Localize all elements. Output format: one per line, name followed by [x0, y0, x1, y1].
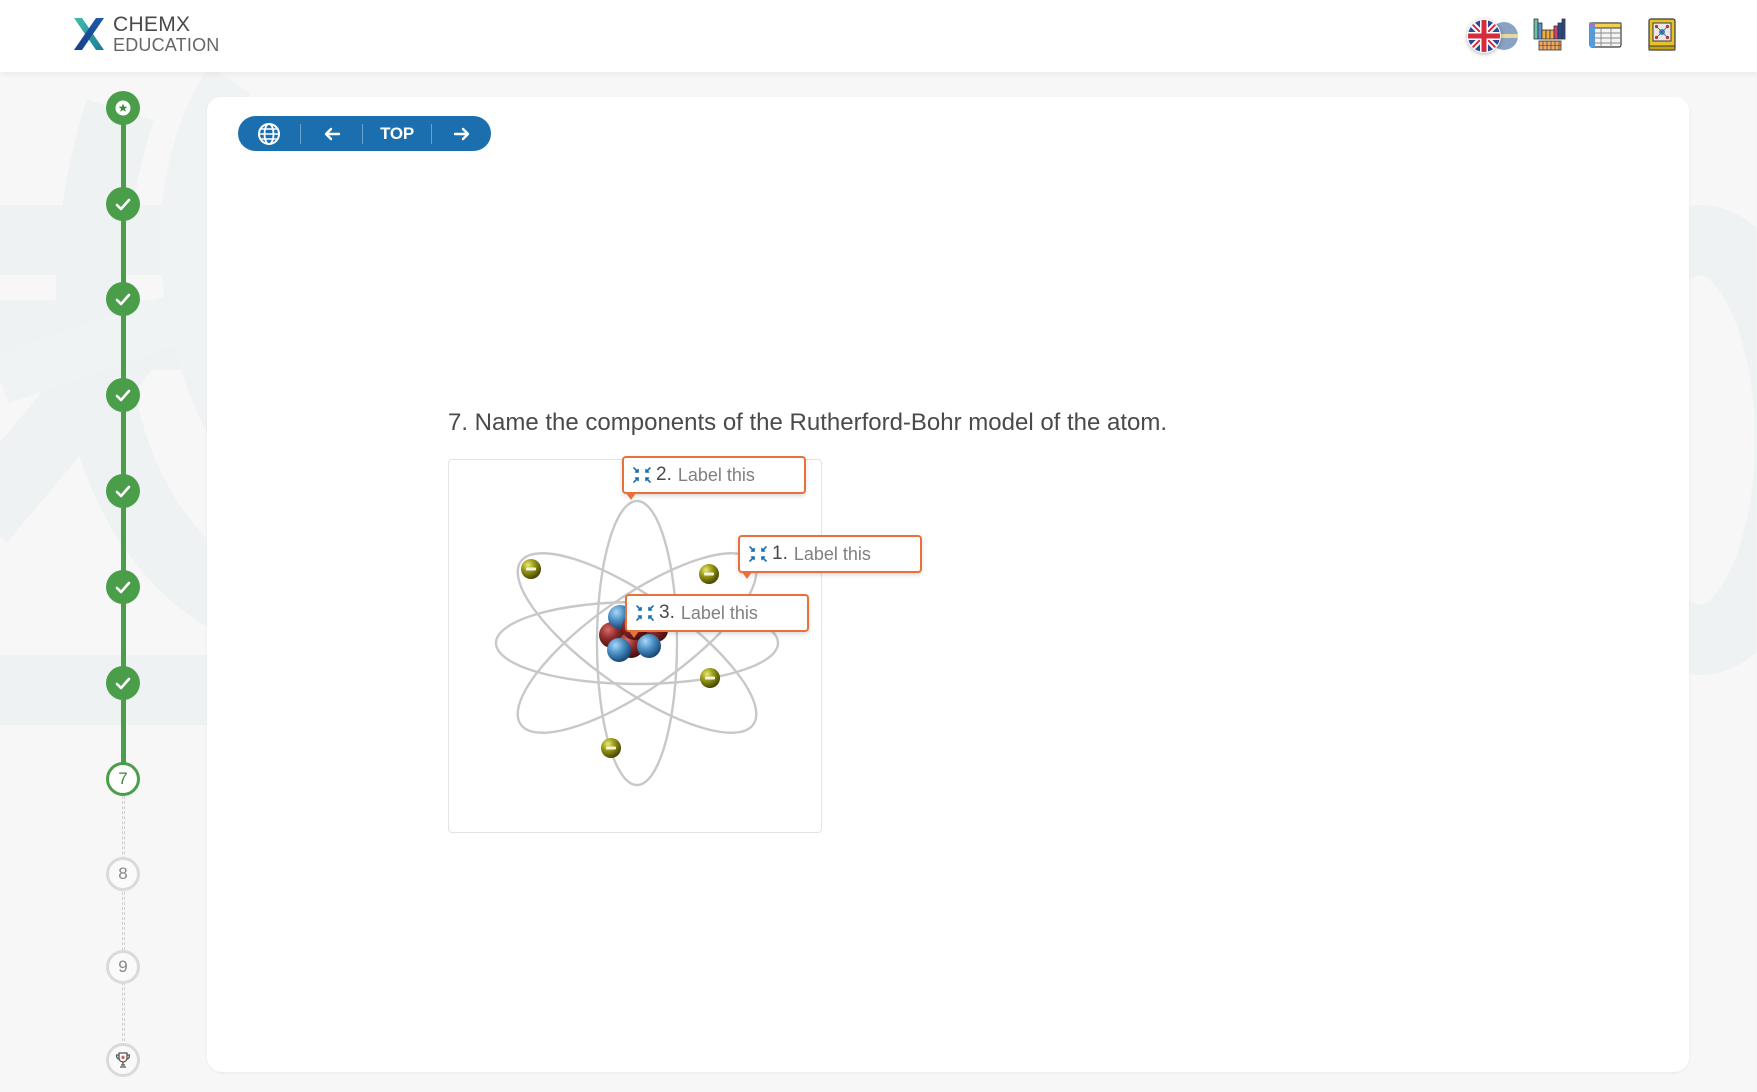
periodic-table-icon	[1533, 18, 1566, 51]
trophy-icon	[114, 1051, 132, 1069]
question-nav-bar: TOP	[238, 116, 491, 151]
check-icon	[115, 485, 131, 498]
top-button-label: TOP	[380, 123, 414, 143]
check-icon	[115, 293, 131, 306]
label-input-2[interactable]: 2. Label this	[622, 456, 806, 500]
question-text: 7. Name the components of the Rutherford…	[448, 409, 1168, 436]
handbook-button[interactable]	[1648, 18, 1676, 51]
label-placeholder: Label this	[793, 543, 871, 564]
label-input-1[interactable]: 1. Label this	[738, 535, 922, 579]
stepper-remaining-line	[122, 796, 125, 1046]
check-icon	[115, 389, 131, 402]
label-number: 2.	[656, 464, 672, 485]
collapse-arrows-icon[interactable]	[635, 604, 655, 622]
step-2[interactable]	[106, 187, 140, 221]
check-icon	[115, 198, 131, 211]
neutron	[607, 638, 631, 662]
language-globe-button[interactable]	[238, 116, 300, 151]
globe-icon	[258, 122, 280, 145]
rutherford-bohr-atom-image	[494, 499, 780, 787]
chemx-logo-icon	[74, 18, 104, 50]
electron	[700, 668, 720, 688]
arrow-right-icon	[453, 127, 469, 140]
label-input-3[interactable]: 3. Label this	[625, 594, 809, 638]
step-number: 8	[118, 864, 128, 883]
step-number: 7	[118, 769, 128, 788]
brand-line-1: CHEMX	[113, 13, 191, 36]
check-icon	[115, 581, 131, 594]
neutron	[637, 634, 661, 658]
label-number: 1.	[772, 543, 788, 564]
brand-line-2: EDUCATION	[113, 35, 220, 55]
electron	[521, 559, 541, 579]
uk-flag-icon	[1467, 19, 1501, 53]
step-10[interactable]: 9	[106, 950, 140, 984]
language-switcher-button[interactable]	[1464, 19, 1520, 53]
step-6[interactable]	[106, 570, 140, 604]
previous-question-button[interactable]	[301, 116, 362, 151]
step-3[interactable]	[106, 282, 140, 316]
atom-figure	[448, 459, 822, 833]
collapse-arrows-icon[interactable]	[632, 466, 652, 484]
label-placeholder: Label this	[677, 464, 755, 485]
step-8[interactable]: 7	[106, 762, 140, 796]
electron	[699, 564, 719, 584]
step-1[interactable]	[106, 91, 140, 125]
step-11[interactable]	[106, 1043, 140, 1077]
step-7[interactable]	[106, 666, 140, 700]
book-icon	[1648, 18, 1676, 51]
data-table-button[interactable]	[1589, 22, 1622, 48]
electron	[601, 738, 621, 758]
label-number: 3.	[659, 602, 675, 623]
periodic-table-button[interactable]	[1533, 18, 1566, 51]
check-icon	[115, 677, 131, 690]
next-question-button[interactable]	[432, 116, 491, 151]
arrow-left-icon	[324, 127, 340, 140]
step-4[interactable]	[106, 378, 140, 412]
step-5[interactable]	[106, 474, 140, 508]
question-card: TOP 7. Name the components of the Ruther…	[207, 97, 1689, 1072]
label-placeholder: Label this	[680, 602, 758, 623]
collapse-arrows-icon[interactable]	[748, 545, 768, 563]
step-9[interactable]: 8	[106, 857, 140, 891]
brand-name: CHEMX EDUCATION	[113, 14, 219, 54]
star-icon	[115, 100, 131, 116]
top-header: CHEMX EDUCATION	[0, 0, 1757, 72]
top-button[interactable]: TOP	[363, 116, 431, 151]
table-icon	[1589, 22, 1622, 48]
step-number: 9	[118, 957, 128, 976]
